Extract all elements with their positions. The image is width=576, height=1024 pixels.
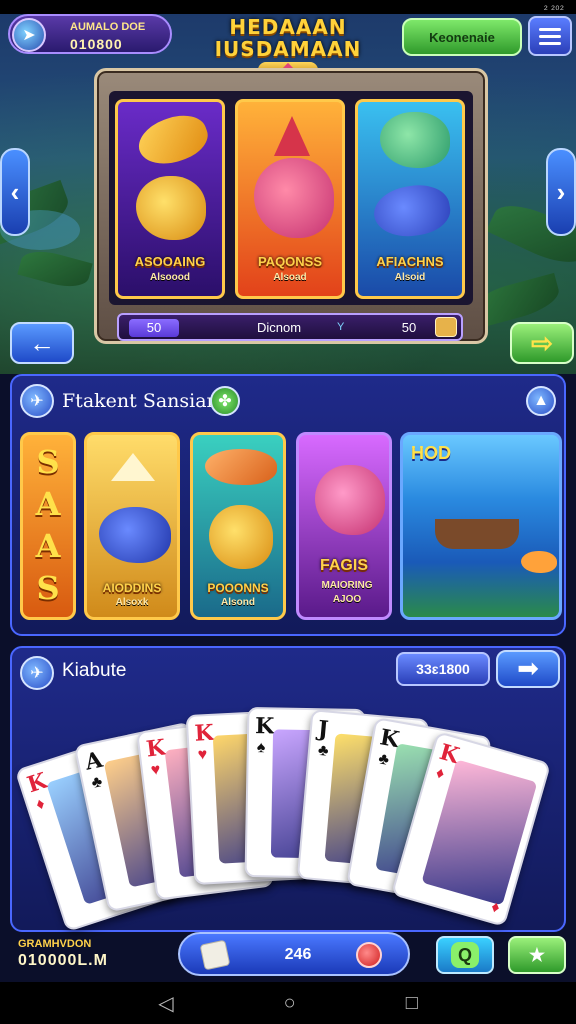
letter-2: A xyxy=(35,485,61,523)
carousel-next-arrow[interactable]: › xyxy=(546,148,576,236)
card-rank: K xyxy=(254,713,275,740)
letter-1: S xyxy=(36,443,60,481)
featured-card-3-title: AFIACHNS xyxy=(376,254,444,269)
bar-right-value: 50 xyxy=(401,320,417,335)
featured-progress-bar: 50 Dicnom Y 50 xyxy=(117,313,463,341)
featured-card-3-subtitle: Alsoid xyxy=(394,272,426,283)
bottom-player-name: GRAMHVDON xyxy=(18,938,92,950)
letter-card[interactable]: S A A S xyxy=(20,432,76,620)
bar-left-value: 50 xyxy=(129,319,179,337)
title-line-1: HEDAAAN xyxy=(229,15,347,39)
gift-icon[interactable] xyxy=(435,317,457,337)
card-suit-icon: ♣ xyxy=(376,750,391,769)
arrow-right-icon[interactable]: ➡ xyxy=(496,650,560,688)
header-action-button[interactable]: Keonenaie xyxy=(402,18,522,56)
featured-card-2[interactable]: PAQONSS Alsoad xyxy=(235,99,345,299)
card-rank: K xyxy=(144,734,167,763)
game-card-3-subtitle: MAIORING AJOO xyxy=(321,580,373,605)
game-card-1-title: AIODDINS xyxy=(102,581,162,595)
recent-apps-icon[interactable]: □ xyxy=(406,992,418,1015)
featured-card-1-title: ASOOAING xyxy=(134,254,206,269)
featured-card-1[interactable]: ASOOAING Alsoood xyxy=(115,99,225,299)
hamburger-menu-icon[interactable] xyxy=(528,16,572,56)
section-2-icon: ✈ xyxy=(20,656,54,690)
featured-frame: ASOOAING Alsoood PAQONSS Alsoad AFIACHNS… xyxy=(94,68,488,344)
card-rank: J xyxy=(316,715,330,743)
bar-cursor: Y xyxy=(337,321,345,333)
fish-emblem-icon: ➤ xyxy=(12,18,46,52)
bottom-pill-value: 246 xyxy=(284,946,312,963)
arrow-right-icon[interactable]: ⇨ xyxy=(510,322,574,364)
player-profile[interactable]: ➤ AUMALO DOE 010800 xyxy=(8,14,172,54)
bar-center-label: Dicnom xyxy=(256,320,302,335)
bottom-player-coins: 010000L.M xyxy=(18,952,108,969)
q-button-label: Q xyxy=(451,942,479,968)
android-nav-bar: ◁ ○ □ xyxy=(0,982,576,1024)
card-suit-icon: ♦ xyxy=(34,795,48,814)
boat-icon xyxy=(435,519,519,549)
scene-card[interactable]: HOD xyxy=(400,432,562,620)
game-card-2-subtitle: Alsond xyxy=(221,597,255,608)
featured-card-3[interactable]: AFIACHNS Alsoid xyxy=(355,99,465,299)
status-bar: ₂ ₂₀₂ xyxy=(0,0,576,14)
game-card-1[interactable]: AIODDINS Alsoxk xyxy=(84,432,180,620)
player-name: AUMALO DOE xyxy=(70,21,146,33)
game-card-3-title: FAGIS xyxy=(319,557,368,574)
card-suit-icon: ♥ xyxy=(149,761,162,780)
card-suit-icon: ♦ xyxy=(433,764,447,784)
card-rank: K xyxy=(24,767,51,799)
title-line-2: IUSDAMAAN xyxy=(214,37,362,61)
arrow-left-icon[interactable]: ← xyxy=(10,322,74,364)
featured-card-2-title: PAQONSS xyxy=(257,254,323,269)
card-suit-icon: ♣ xyxy=(90,773,104,792)
featured-cards: ASOOAING Alsoood PAQONSS Alsoad AFIACHNS… xyxy=(109,91,473,305)
section-2-title: Kiabute xyxy=(62,660,127,681)
letter-3: A xyxy=(35,527,61,565)
card-suit-icon: ♠ xyxy=(256,739,266,757)
featured-card-2-subtitle: Alsoad xyxy=(273,272,307,283)
section-2-value-pill[interactable]: 33ɛ1800 xyxy=(396,652,490,686)
card-rank: A xyxy=(82,746,105,776)
carousel-prev-arrow[interactable]: ‹ xyxy=(0,148,30,236)
home-icon[interactable]: ○ xyxy=(284,992,296,1015)
game-card-3[interactable]: FAGIS MAIORING AJOO xyxy=(296,432,392,620)
game-card-2-title: POOONNS xyxy=(207,581,269,595)
card-rank: K xyxy=(193,719,215,747)
featured-card-1-subtitle: Alsoood xyxy=(150,272,190,283)
section-1-icon: ✈ xyxy=(20,384,54,418)
status-bar-clock: ₂ ₂₀₂ xyxy=(543,0,564,12)
section-1-title: Ftakent Sansian xyxy=(62,390,219,412)
bottom-dice-pill[interactable]: 246 xyxy=(178,932,410,976)
dice-icon xyxy=(199,939,231,971)
player-coins: 010800 xyxy=(70,36,123,52)
card-suit-icon: ♣ xyxy=(317,741,330,760)
scene-label: HOD xyxy=(411,443,451,463)
info-arrow-icon[interactable]: ▲ xyxy=(526,386,556,416)
letter-4: S xyxy=(36,569,60,607)
game-card-1-subtitle: Alsoxk xyxy=(115,597,149,608)
red-record-icon[interactable] xyxy=(356,942,382,968)
back-icon[interactable]: ◁ xyxy=(158,991,173,1016)
clover-icon: ✤ xyxy=(210,386,240,416)
q-button[interactable]: Q xyxy=(436,936,494,974)
card-suit-icon: ♥ xyxy=(197,746,208,764)
star-icon[interactable]: ★ xyxy=(508,936,566,974)
game-card-2[interactable]: POOONNS Alsond xyxy=(190,432,286,620)
